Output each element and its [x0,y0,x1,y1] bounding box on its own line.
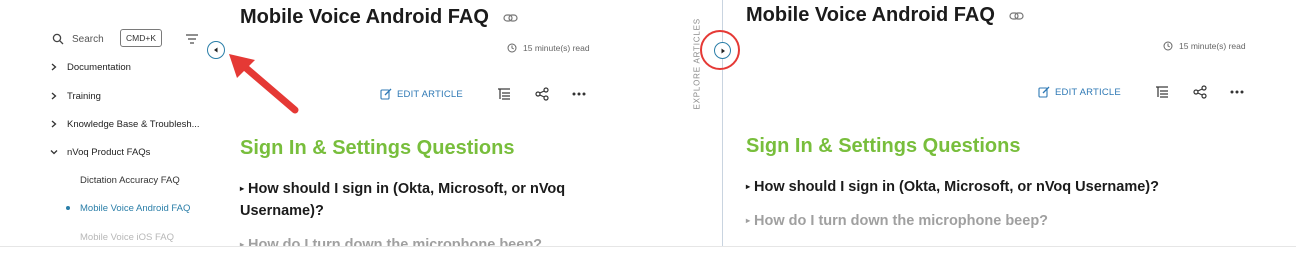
search-box[interactable]: Search [52,30,104,48]
annotation-arrow [229,54,299,114]
faq-question[interactable]: ▸ How do I turn down the microphone beep? [746,210,1266,232]
faq-question-text: How should I sign in (Okta, Microsoft, o… [754,179,1159,195]
faq-question-text: How should I sign in (Okta, Microsoft, o… [240,181,566,219]
faq-question-text: How do I turn down the microphone beep? [248,237,543,246]
clock-icon [1163,41,1173,51]
chevron-left-icon [214,47,218,53]
chevron-down-icon [50,150,58,155]
sidebar-item-label: Documentation [67,62,131,73]
faq-question-text: How do I turn down the microphone beep? [754,213,1049,229]
share-icon[interactable] [1192,84,1208,100]
read-time-text: 15 minute(s) read [523,43,590,53]
read-time: 15 minute(s) read [507,43,590,53]
keyboard-shortcut-badge: CMD+K [120,29,162,47]
read-time: 15 minute(s) read [1163,41,1246,51]
sidebar-item-training[interactable]: Training [51,91,101,102]
link-icon[interactable] [503,13,518,23]
table-of-contents-icon[interactable] [496,86,512,102]
collapsed-triangle-icon: ▸ [746,182,751,191]
sidebar-subitem-dictation-accuracy-faq[interactable]: Dictation Accuracy FAQ [80,175,180,186]
faq-question[interactable]: ▸ How should I sign in (Okta, Microsoft, … [240,178,620,222]
chevron-right-icon [51,92,57,100]
annotation-circle [700,30,740,70]
edit-article-label: EDIT ARTICLE [1055,86,1121,98]
more-options-icon[interactable] [1229,84,1245,100]
section-heading: Sign In & Settings Questions [240,137,515,159]
faq-question[interactable]: ▸ How should I sign in (Okta, Microsoft, … [746,176,1266,198]
faq-question[interactable]: ▸ How do I turn down the microphone beep? [240,234,620,246]
edit-article-label: EDIT ARTICLE [397,88,463,100]
chevron-right-icon [51,63,57,71]
active-indicator-dot [66,206,70,210]
chevron-right-icon [51,120,57,128]
collapsed-triangle-icon: ▸ [240,184,245,193]
sidebar-item-knowledge-base[interactable]: Knowledge Base & Troublesh... [51,119,200,130]
sidebar-item-label: Knowledge Base & Troublesh... [67,119,200,130]
read-time-text: 15 minute(s) read [1179,41,1246,51]
sidebar-item-label: Training [67,91,101,102]
edit-icon [1038,86,1050,98]
share-icon[interactable] [534,86,550,102]
edit-icon [380,88,392,100]
more-options-icon[interactable] [571,86,587,102]
edit-article-button[interactable]: EDIT ARTICLE [380,88,463,100]
article-title: Mobile Voice Android FAQ [240,6,489,28]
edit-article-button[interactable]: EDIT ARTICLE [1038,86,1121,98]
link-icon[interactable] [1009,11,1024,21]
divider [0,246,1296,247]
search-label: Search [72,33,104,45]
sidebar-subitem-mobile-voice-ios-faq[interactable]: Mobile Voice iOS FAQ [80,232,174,243]
section-heading: Sign In & Settings Questions [746,135,1021,157]
sidebar-subitem-mobile-voice-android-faq[interactable]: Mobile Voice Android FAQ [80,203,190,214]
filter-icon[interactable] [185,33,199,45]
clock-icon [507,43,517,53]
search-icon [52,33,64,45]
sidebar-item-documentation[interactable]: Documentation [51,62,131,73]
collapsed-triangle-icon: ▸ [746,216,751,225]
table-of-contents-icon[interactable] [1154,84,1170,100]
right-screenshot-panel: Mobile Voice Android FAQ 15 minute(s) re… [668,0,1296,246]
sidebar-item-label: nVoq Product FAQs [67,147,151,158]
left-screenshot-panel: Search CMD+K Documentation Training Know… [0,0,640,246]
sidebar-item-nvoq-product-faqs[interactable]: nVoq Product FAQs [50,147,151,158]
collapse-sidebar-button[interactable] [207,41,225,59]
article-title: Mobile Voice Android FAQ [746,4,995,26]
